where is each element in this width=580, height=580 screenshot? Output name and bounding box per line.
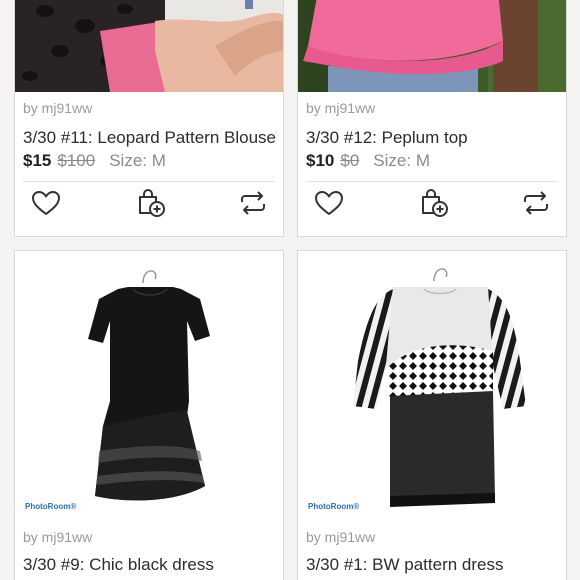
seller-name[interactable]: by mj91ww <box>306 100 375 116</box>
seller-name[interactable]: by mj91ww <box>23 100 92 116</box>
listing-card[interactable]: PhotoRoom® by mj91ww 3/30 #9: Chic black… <box>14 250 284 580</box>
product-photo <box>15 251 283 519</box>
like-button[interactable] <box>313 187 345 219</box>
listing-image-peplum-top[interactable] <box>298 0 566 92</box>
share-button[interactable] <box>520 187 552 219</box>
listing-image-bw-pattern-dress[interactable]: PhotoRoom® <box>298 251 566 519</box>
listing-size: Size: M <box>109 151 166 170</box>
listing-title[interactable]: 3/30 #12: Peplum top <box>306 128 560 148</box>
divider <box>306 181 558 182</box>
heart-icon <box>315 191 343 215</box>
add-to-bundle-button[interactable] <box>135 187 167 219</box>
share-icon <box>524 191 548 215</box>
product-photo <box>298 0 566 92</box>
listing-title[interactable]: 3/30 #9: Chic black dress <box>23 555 277 575</box>
listing-image-leopard-blouse[interactable] <box>15 0 283 92</box>
share-button[interactable] <box>237 187 269 219</box>
listing-title[interactable]: 3/30 #1: BW pattern dress <box>306 555 560 575</box>
listing-actions <box>15 185 283 225</box>
photoroom-watermark: PhotoRoom® <box>308 502 360 511</box>
listing-card[interactable]: PhotoRoom® by mj91ww 3/30 #1: BW pattern… <box>297 250 567 580</box>
listing-size: Size: M <box>373 151 430 170</box>
original-price: $100 <box>57 151 96 170</box>
listing-price: $10 <box>306 151 335 170</box>
seller-name[interactable]: by mj91ww <box>306 529 375 545</box>
heart-icon <box>32 191 60 215</box>
bundle-add-icon <box>139 188 165 217</box>
seller-name[interactable]: by mj91ww <box>23 529 92 545</box>
photoroom-watermark: PhotoRoom® <box>25 502 77 511</box>
listing-actions <box>298 185 566 225</box>
listing-image-black-dress[interactable]: PhotoRoom® <box>15 251 283 519</box>
listing-card[interactable]: by mj91ww 3/30 #12: Peplum top $10 $0 Size… <box>297 0 567 237</box>
product-photo <box>15 0 283 92</box>
bundle-add-icon <box>422 188 448 217</box>
like-button[interactable] <box>30 187 62 219</box>
listing-card[interactable]: by mj91ww 3/30 #11: Leopard Pattern Blou… <box>14 0 284 237</box>
add-to-bundle-button[interactable] <box>418 187 450 219</box>
listing-title[interactable]: 3/30 #11: Leopard Pattern Blouse <box>23 128 277 148</box>
share-icon <box>241 191 265 215</box>
listing-price: $15 <box>23 151 52 170</box>
product-photo <box>298 251 566 519</box>
divider <box>23 181 275 182</box>
price-row: $10 $0 Size: M <box>306 151 430 171</box>
price-row: $15 $100 Size: M <box>23 151 166 171</box>
original-price: $0 <box>340 151 360 170</box>
